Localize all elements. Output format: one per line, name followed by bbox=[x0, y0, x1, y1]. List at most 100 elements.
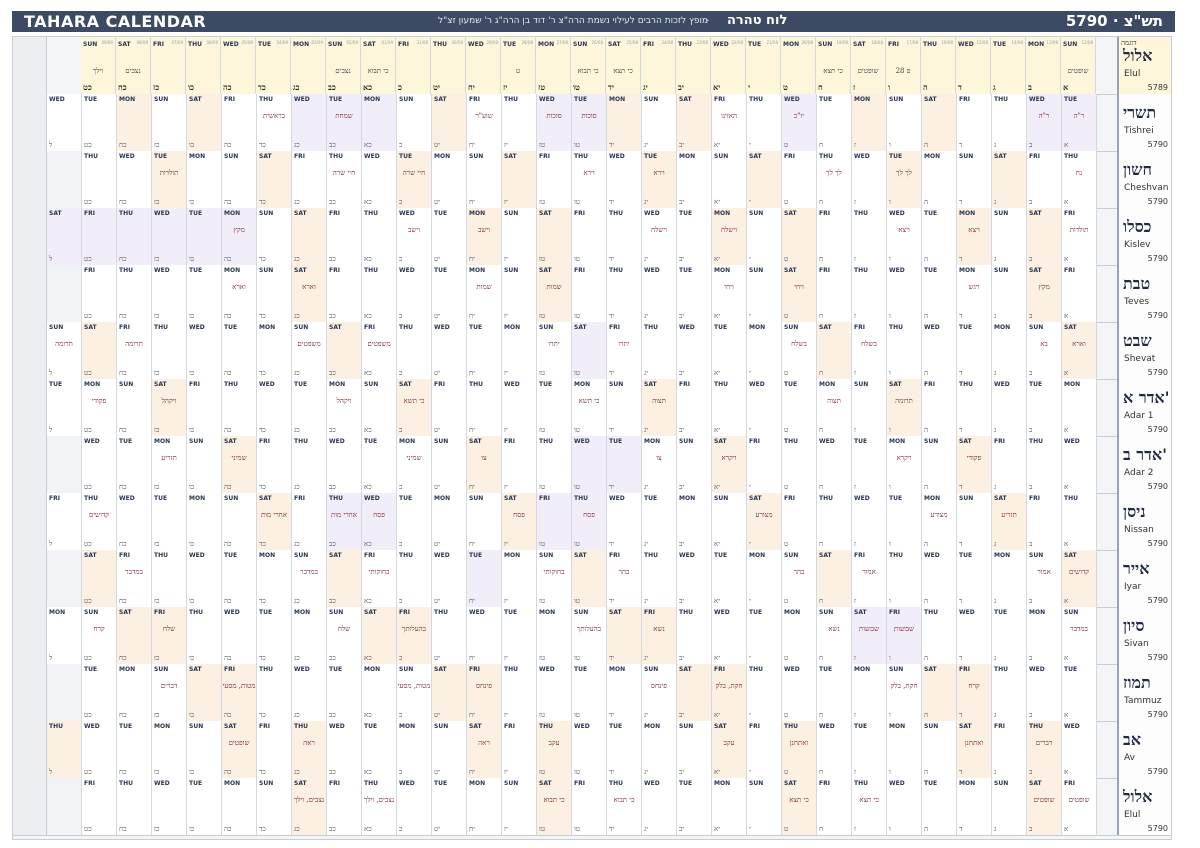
day-cell[interactable]: SAT טו bbox=[572, 550, 607, 607]
day-cell[interactable]: TUE כח bbox=[117, 436, 152, 493]
day-cell[interactable]: MON ויקהל כב bbox=[327, 379, 362, 436]
day-cell[interactable] bbox=[47, 151, 82, 208]
day-cell[interactable]: TUE ה bbox=[922, 208, 957, 265]
day-cell[interactable]: SAT תזריע ג bbox=[992, 493, 1027, 550]
day-cell[interactable]: SAT ח bbox=[817, 322, 852, 379]
day-cell[interactable]: SUN י bbox=[747, 208, 782, 265]
day-cell[interactable]: TUE ו bbox=[887, 493, 922, 550]
day-cell[interactable]: MON 03/09 כג bbox=[291, 37, 326, 94]
day-cell[interactable]: MON כו bbox=[187, 151, 222, 208]
day-cell[interactable]: FRI כב bbox=[327, 265, 362, 322]
day-cell[interactable]: SUN יב bbox=[677, 721, 712, 778]
day-cell[interactable]: MON כד bbox=[257, 550, 292, 607]
day-cell[interactable]: SAT צו יח bbox=[467, 436, 502, 493]
day-cell[interactable]: FRI טז bbox=[537, 151, 572, 208]
day-cell[interactable]: TUE ח bbox=[817, 94, 852, 151]
day-cell[interactable]: TUE כא bbox=[362, 721, 397, 778]
day-cell[interactable]: MON יב bbox=[677, 151, 712, 208]
day-cell[interactable]: SAT כט bbox=[82, 322, 117, 379]
day-cell[interactable]: TUE כ bbox=[397, 493, 432, 550]
day-cell[interactable]: MON יא bbox=[712, 778, 747, 835]
day-cell[interactable]: FRI בהעלותך כ bbox=[397, 607, 432, 664]
day-cell[interactable]: THU כג bbox=[292, 436, 327, 493]
day-cell[interactable]: SUN כ bbox=[397, 94, 432, 151]
day-cell[interactable]: SAT כי תשא כ bbox=[397, 379, 432, 436]
day-cell[interactable]: TUE 28/08 ט יז bbox=[501, 37, 536, 94]
day-cell[interactable]: MON כח bbox=[117, 664, 152, 721]
day-cell[interactable]: WED ה bbox=[922, 322, 957, 379]
day-cell[interactable]: THU יז bbox=[502, 94, 537, 151]
day-cell[interactable]: SAT קדושים א bbox=[1062, 550, 1097, 607]
day-cell[interactable]: SAT כי תצא ט bbox=[782, 778, 817, 835]
day-cell[interactable]: SAT ב bbox=[1027, 208, 1062, 265]
day-cell[interactable]: TUE כט bbox=[82, 664, 117, 721]
day-cell[interactable]: FRI יתרו יד bbox=[607, 322, 642, 379]
day-cell[interactable]: SUN ג bbox=[992, 265, 1027, 322]
day-cell[interactable]: SUN יט bbox=[432, 436, 467, 493]
day-cell[interactable]: SAT ויקהל כז bbox=[152, 379, 187, 436]
day-cell[interactable]: MON ג bbox=[992, 550, 1027, 607]
day-cell[interactable]: WED כז bbox=[152, 208, 187, 265]
day-cell[interactable]: WED פסח כא bbox=[362, 493, 397, 550]
day-cell[interactable]: MON 13/08 ב bbox=[1026, 37, 1061, 94]
day-cell[interactable]: TUE ב bbox=[1027, 379, 1062, 436]
day-cell[interactable]: SAT ט bbox=[782, 208, 817, 265]
day-cell[interactable]: THU אחרי מות כב bbox=[327, 493, 362, 550]
day-cell[interactable]: WED טו bbox=[572, 721, 607, 778]
day-cell[interactable]: WED ו bbox=[887, 778, 922, 835]
day-cell[interactable]: SAT ג bbox=[992, 151, 1027, 208]
day-cell[interactable]: WED ז bbox=[852, 151, 887, 208]
day-cell[interactable]: SUN יז bbox=[502, 778, 537, 835]
day-cell[interactable]: FRI קרח ד bbox=[957, 664, 992, 721]
day-cell[interactable]: TUE יט bbox=[432, 265, 467, 322]
day-cell[interactable]: WED כד bbox=[257, 379, 292, 436]
day-cell[interactable]: THU יד bbox=[607, 208, 642, 265]
day-cell[interactable]: MON כח bbox=[117, 94, 152, 151]
day-cell[interactable]: WED כז bbox=[152, 778, 187, 835]
day-cell[interactable]: MON ל bbox=[47, 607, 82, 664]
day-cell[interactable]: THU כי תבוא יד bbox=[607, 778, 642, 835]
day-cell[interactable]: THU כח bbox=[117, 208, 152, 265]
day-cell[interactable]: SUN יז bbox=[502, 265, 537, 322]
day-cell[interactable]: TUE 04/09 כד bbox=[256, 37, 291, 94]
day-cell[interactable] bbox=[47, 265, 82, 322]
day-cell[interactable]: FRI ח bbox=[817, 208, 852, 265]
day-cell[interactable]: FRI כב bbox=[327, 208, 362, 265]
day-cell[interactable]: SUN ג bbox=[992, 208, 1027, 265]
day-cell[interactable]: FRI תרומה כח bbox=[117, 322, 152, 379]
day-cell[interactable]: FRI ג bbox=[992, 436, 1027, 493]
day-cell[interactable]: SAT ויקרא יא bbox=[712, 436, 747, 493]
day-cell[interactable]: SUN כו bbox=[187, 721, 222, 778]
day-cell[interactable]: THU כי תצא ז bbox=[852, 778, 887, 835]
day-cell[interactable]: MON יב bbox=[677, 493, 712, 550]
day-cell[interactable]: SAT שמיני כה bbox=[222, 436, 257, 493]
day-cell[interactable]: MON כי תשא טו bbox=[572, 379, 607, 436]
day-cell[interactable]: SAT שבועות ז bbox=[852, 607, 887, 664]
day-cell[interactable]: THU נצבים, וילך כא bbox=[362, 778, 397, 835]
day-cell[interactable]: WED יג bbox=[642, 265, 677, 322]
day-cell[interactable]: WED טו bbox=[572, 436, 607, 493]
day-cell[interactable]: MON פקודי כט bbox=[82, 379, 117, 436]
day-cell[interactable]: FRI 24/08 יג bbox=[641, 37, 676, 94]
day-cell[interactable]: FRI בשלח ז bbox=[852, 322, 887, 379]
day-cell[interactable]: TUE כט bbox=[82, 94, 117, 151]
day-cell[interactable]: THU כא bbox=[362, 208, 397, 265]
day-cell[interactable]: MON י bbox=[747, 550, 782, 607]
day-cell[interactable]: TUE ז bbox=[852, 721, 887, 778]
day-cell[interactable]: SUN יח bbox=[467, 493, 502, 550]
day-cell[interactable]: TUE יא bbox=[712, 322, 747, 379]
day-cell[interactable]: TUE לך לך ו bbox=[887, 151, 922, 208]
day-cell[interactable]: SAT שמות טז bbox=[537, 265, 572, 322]
day-cell[interactable]: MON ויקרא ו bbox=[887, 436, 922, 493]
day-cell[interactable]: MON וארא כה bbox=[222, 265, 257, 322]
day-cell[interactable]: THU לך לך ח bbox=[817, 151, 852, 208]
day-cell[interactable]: THU י bbox=[747, 94, 782, 151]
day-cell[interactable]: THU כא bbox=[362, 265, 397, 322]
day-cell[interactable]: FRI כה bbox=[222, 94, 257, 151]
day-cell[interactable]: SAT כו bbox=[187, 94, 222, 151]
day-cell[interactable]: SUN כח bbox=[117, 379, 152, 436]
day-cell[interactable]: THU ראה כג bbox=[292, 721, 327, 778]
day-cell[interactable]: WED ר"ה ב bbox=[1027, 94, 1062, 151]
day-cell[interactable]: FRI ח bbox=[817, 778, 852, 835]
day-cell[interactable]: SUN במדבר א bbox=[1062, 607, 1097, 664]
